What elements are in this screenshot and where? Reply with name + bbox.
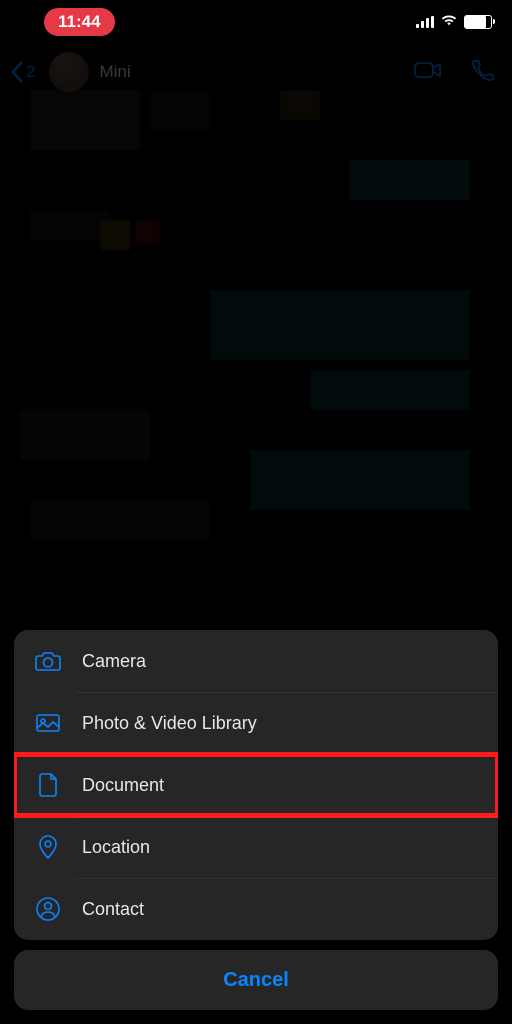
location-label: Location: [82, 837, 150, 858]
photo-library-option[interactable]: Photo & Video Library: [14, 692, 498, 754]
document-option[interactable]: Document: [14, 754, 498, 816]
photo-library-label: Photo & Video Library: [82, 713, 257, 734]
document-label: Document: [82, 775, 164, 796]
attachment-action-sheet: Camera Photo & Video Library Document Lo…: [14, 630, 498, 1010]
contact-label: Contact: [82, 899, 144, 920]
camera-option[interactable]: Camera: [14, 630, 498, 692]
camera-label: Camera: [82, 651, 146, 672]
signal-icon: [416, 16, 434, 28]
wifi-icon: [440, 13, 458, 32]
status-icons: [416, 13, 492, 32]
contact-icon: [34, 895, 62, 923]
photo-library-icon: [34, 709, 62, 737]
status-bar: 11:44: [0, 0, 512, 44]
battery-icon: [464, 15, 492, 29]
location-icon: [34, 833, 62, 861]
cancel-button[interactable]: Cancel: [14, 950, 498, 1010]
location-option[interactable]: Location: [14, 816, 498, 878]
camera-icon: [34, 647, 62, 675]
document-icon: [34, 771, 62, 799]
status-time: 11:44: [44, 8, 115, 36]
contact-option[interactable]: Contact: [14, 878, 498, 940]
action-sheet-group: Camera Photo & Video Library Document Lo…: [14, 630, 498, 940]
